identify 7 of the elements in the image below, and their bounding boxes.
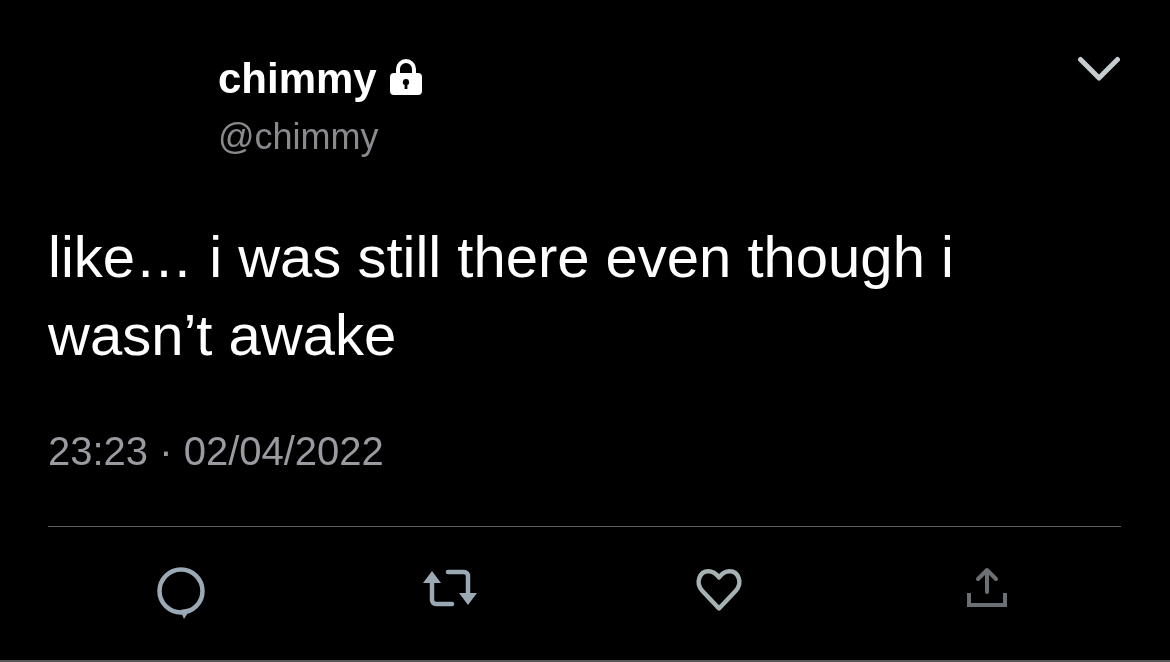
timestamp: 23:23 · 02/04/2022	[48, 428, 385, 474]
tweet-text: like… i was still there even though i wasn’t awake	[48, 223, 955, 369]
display-name: chimmy	[218, 55, 377, 103]
share-icon[interactable]	[965, 566, 1008, 608]
chevron-down-icon[interactable]	[1077, 56, 1121, 82]
username: @chimmy	[218, 116, 380, 158]
heart-icon[interactable]	[693, 566, 744, 612]
